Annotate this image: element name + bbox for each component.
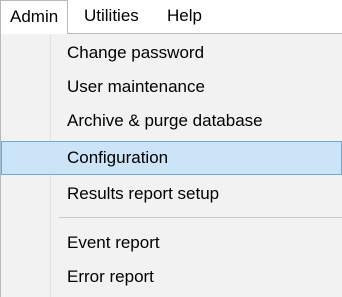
menu-item-archive-purge-database[interactable]: Archive & purge database (1, 104, 342, 138)
menu-utilities[interactable]: Utilities (75, 0, 148, 32)
admin-dropdown-menu: Change password User maintenance Archive… (0, 33, 342, 297)
menu-item-change-password[interactable]: Change password (1, 36, 342, 70)
menu-bar: Admin Utilities Help (0, 0, 342, 34)
menu-item-user-maintenance[interactable]: User maintenance (1, 70, 342, 104)
menu-separator (59, 217, 342, 218)
menu-item-configuration[interactable]: Configuration (1, 141, 342, 175)
menu-admin[interactable]: Admin (0, 0, 69, 34)
menu-item-event-report[interactable]: Event report (1, 226, 342, 260)
menu-help[interactable]: Help (158, 0, 211, 32)
menu-item-error-report[interactable]: Error report (1, 260, 342, 294)
menu-item-results-report-setup[interactable]: Results report setup (1, 177, 342, 211)
